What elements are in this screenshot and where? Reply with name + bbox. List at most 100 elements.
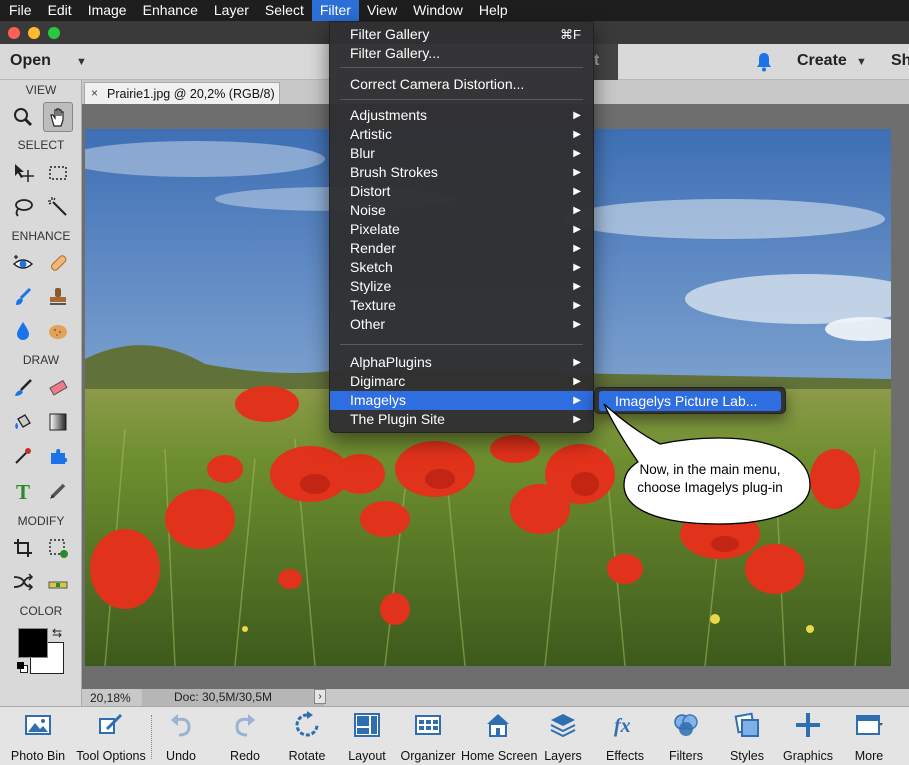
photo-bin-icon bbox=[25, 715, 51, 735]
content-aware-move-tool[interactable] bbox=[8, 567, 38, 597]
share-button[interactable]: Sh bbox=[891, 52, 909, 70]
menu-item-label: Distort bbox=[350, 183, 391, 199]
paint-bucket-tool[interactable] bbox=[8, 407, 38, 437]
smart-brush-tool[interactable] bbox=[8, 282, 38, 312]
menu-item-texture[interactable]: Texture ▶ bbox=[330, 296, 593, 315]
lasso-icon bbox=[15, 199, 33, 217]
submenu-arrow-icon: ▶ bbox=[573, 281, 581, 292]
menu-item-artistic[interactable]: Artistic ▶ bbox=[330, 125, 593, 144]
crop-icon bbox=[14, 539, 32, 557]
menu-item-pixelate[interactable]: Pixelate ▶ bbox=[330, 220, 593, 239]
window-close-button[interactable] bbox=[8, 27, 20, 39]
undo-button[interactable]: Undo bbox=[144, 711, 218, 763]
sponge-icon bbox=[49, 325, 67, 339]
zoom-tool[interactable] bbox=[8, 102, 38, 132]
menu-separator bbox=[340, 344, 583, 345]
recompose-tool[interactable] bbox=[43, 533, 73, 563]
menu-item-alphaplugins[interactable]: AlphaPlugins ▶ bbox=[330, 353, 593, 372]
brush-tool[interactable] bbox=[8, 373, 38, 403]
sponge-tool[interactable] bbox=[43, 316, 73, 346]
blur-tool[interactable] bbox=[8, 316, 38, 346]
menu-item-filter-gallery-label: Filter Gallery bbox=[350, 26, 430, 42]
submenu-arrow-icon: ▶ bbox=[573, 167, 581, 178]
submenu-arrow-icon: ▶ bbox=[573, 148, 581, 159]
red-eye-tool[interactable] bbox=[8, 248, 38, 278]
magic-wand-tool[interactable] bbox=[43, 192, 73, 222]
menu-window[interactable]: Window bbox=[405, 0, 471, 21]
foreground-color-swatch[interactable] bbox=[18, 628, 48, 658]
eraser-tool[interactable] bbox=[43, 373, 73, 403]
more-button[interactable]: More bbox=[832, 711, 906, 763]
menu-item-other[interactable]: Other ▶ bbox=[330, 315, 593, 334]
create-button[interactable]: Create bbox=[797, 52, 847, 70]
menu-item-label: Brush Strokes bbox=[350, 164, 438, 180]
eyedropper-tool[interactable] bbox=[8, 441, 38, 471]
straighten-tool[interactable] bbox=[43, 567, 73, 597]
menu-item-adjustments[interactable]: Adjustments ▶ bbox=[330, 106, 593, 125]
menu-select[interactable]: Select bbox=[257, 0, 312, 21]
spot-healing-tool[interactable] bbox=[43, 248, 73, 278]
type-tool[interactable]: T bbox=[8, 476, 38, 506]
menu-item-digimarc[interactable]: Digimarc ▶ bbox=[330, 372, 593, 391]
menu-view[interactable]: View bbox=[359, 0, 405, 21]
organizer-button[interactable]: Organizer bbox=[391, 711, 465, 763]
menu-item-imagelys[interactable]: Imagelys ▶ bbox=[330, 391, 593, 410]
custom-shape-tool[interactable] bbox=[43, 441, 73, 471]
menu-item-label: AlphaPlugins bbox=[350, 354, 432, 370]
photo-bin-button[interactable]: Photo Bin bbox=[1, 711, 75, 763]
open-button[interactable]: Open bbox=[10, 52, 51, 70]
filters-circles-icon bbox=[674, 714, 698, 736]
menu-edit[interactable]: Edit bbox=[40, 0, 80, 21]
organizer-label: Organizer bbox=[400, 749, 456, 763]
submenu-arrow-icon: ▶ bbox=[573, 205, 581, 216]
menu-item-blur[interactable]: Blur ▶ bbox=[330, 144, 593, 163]
menu-file[interactable]: File bbox=[0, 0, 40, 21]
toolbox-section-view: VIEW bbox=[25, 83, 57, 97]
menu-layer[interactable]: Layer bbox=[206, 0, 257, 21]
move-tool[interactable] bbox=[8, 158, 38, 188]
default-colors-icon[interactable] bbox=[17, 662, 29, 674]
window-minimize-button[interactable] bbox=[28, 27, 40, 39]
organizer-icon bbox=[415, 715, 441, 735]
tool-options-button[interactable]: Tool Options bbox=[74, 711, 148, 763]
menu-item-filter-gallery[interactable]: Filter Gallery ⌘F bbox=[330, 25, 593, 44]
menu-item-sketch[interactable]: Sketch ▶ bbox=[330, 258, 593, 277]
menu-item-stylize[interactable]: Stylize ▶ bbox=[330, 277, 593, 296]
notification-bell-icon[interactable] bbox=[755, 52, 773, 72]
shuffle-arrows-icon bbox=[13, 573, 34, 591]
menu-item-the-plugin-site[interactable]: The Plugin Site ▶ bbox=[330, 410, 593, 429]
tab-close-icon[interactable]: × bbox=[91, 86, 98, 100]
toolbox-section-select: SELECT bbox=[17, 138, 65, 152]
menu-item-label: Noise bbox=[350, 202, 386, 218]
hand-tool[interactable] bbox=[43, 102, 73, 132]
menu-item-render[interactable]: Render ▶ bbox=[330, 239, 593, 258]
zoom-level[interactable]: 20,18% bbox=[90, 691, 131, 705]
document-tab[interactable]: × Prairie1.jpg @ 20,2% (RGB/8) bbox=[84, 82, 280, 104]
gradient-tool[interactable] bbox=[43, 407, 73, 437]
menu-filter[interactable]: Filter bbox=[311, 0, 359, 21]
status-menu-arrow[interactable]: › bbox=[314, 689, 326, 704]
menu-item-distort[interactable]: Distort ▶ bbox=[330, 182, 593, 201]
menu-help[interactable]: Help bbox=[471, 0, 516, 21]
crop-tool[interactable] bbox=[8, 533, 38, 563]
menu-item-filter-gallery-dialog[interactable]: Filter Gallery... bbox=[330, 44, 593, 63]
menu-item-correct-camera-distortion[interactable]: Correct Camera Distortion... bbox=[330, 75, 593, 94]
create-dropdown-caret-icon[interactable]: ▼ bbox=[856, 56, 867, 68]
open-dropdown-caret-icon[interactable]: ▼ bbox=[76, 56, 87, 68]
menu-item-label: Stylize bbox=[350, 278, 392, 294]
rectangular-marquee-tool[interactable] bbox=[43, 158, 73, 188]
swap-colors-icon[interactable]: ⇆ bbox=[52, 626, 62, 640]
menu-item-noise[interactable]: Noise ▶ bbox=[330, 201, 593, 220]
lasso-tool[interactable] bbox=[8, 192, 38, 222]
menu-item-filter-gallery-dialog-label: Filter Gallery... bbox=[350, 45, 440, 61]
menu-enhance[interactable]: Enhance bbox=[135, 0, 206, 21]
menu-item-label: Pixelate bbox=[350, 221, 400, 237]
menu-image[interactable]: Image bbox=[80, 0, 135, 21]
mode-switch-partial[interactable]: t bbox=[594, 44, 618, 80]
callout-line-1: Now, in the main menu, bbox=[639, 462, 781, 477]
clone-stamp-tool[interactable] bbox=[43, 282, 73, 312]
menu-item-brush-strokes[interactable]: Brush Strokes ▶ bbox=[330, 163, 593, 182]
home-screen-button[interactable]: Home Screen bbox=[461, 711, 537, 763]
pencil-tool[interactable] bbox=[43, 476, 73, 506]
window-maximize-button[interactable] bbox=[48, 27, 60, 39]
